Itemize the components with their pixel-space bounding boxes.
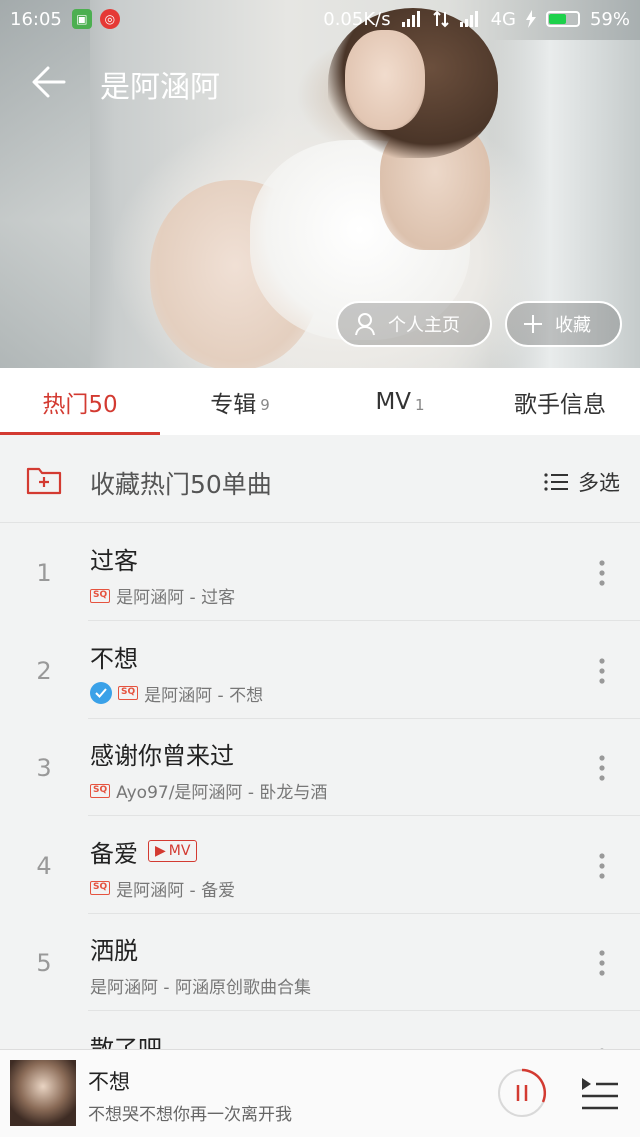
- back-arrow-icon[interactable]: [26, 58, 74, 106]
- collect-row: 收藏热门50单曲 多选: [0, 435, 640, 523]
- netease-music-icon: ◎: [99, 9, 120, 29]
- song-title-row: 备爱 ▶ MV: [90, 834, 198, 869]
- signal-icon-2: [459, 11, 478, 27]
- tab-bar: 热门50 专辑 9 MV 1 歌手信息: [0, 368, 640, 435]
- signal-icon: [401, 11, 420, 27]
- tab-label: 热门50: [42, 391, 118, 418]
- song-meta: SQ 是阿涵阿 - 备爱: [90, 876, 235, 901]
- album-cover-thumbnail[interactable]: [10, 1060, 76, 1126]
- song-rank: 2: [36, 656, 52, 685]
- mini-player[interactable]: 不想 不想哭不想你再一次离开我: [0, 1049, 640, 1137]
- multi-select-button[interactable]: 多选: [544, 467, 620, 497]
- song-meta: 是阿涵阿 - 阿涵原创歌曲合集: [90, 973, 311, 998]
- favorite-button-label: 收藏: [555, 315, 591, 336]
- more-options-icon[interactable]: [598, 657, 606, 685]
- folder-add-icon[interactable]: [26, 465, 62, 495]
- tab-label: MV: [375, 388, 412, 415]
- profile-button[interactable]: 个人主页: [336, 301, 492, 347]
- song-subtitle: 是阿涵阿 - 不想: [144, 685, 264, 706]
- plus-icon: [524, 315, 542, 333]
- network-type: 4G: [490, 8, 516, 30]
- song-rank: 5: [36, 949, 52, 977]
- status-time: 16:05: [10, 8, 62, 30]
- more-options-icon[interactable]: [598, 559, 606, 587]
- mv-badge[interactable]: ▶ MV: [148, 840, 198, 862]
- playlist-icon[interactable]: [580, 1076, 620, 1112]
- song-row[interactable]: 1 过客 SQ 是阿涵阿 - 过客: [0, 523, 640, 621]
- song-row[interactable]: 2 不想 SQ 是阿涵阿 - 不想: [0, 621, 640, 719]
- song-meta: SQ Ayo97/是阿涵阿 - 卧龙与酒: [90, 778, 327, 803]
- verified-icon: [90, 682, 112, 704]
- play-triangle-icon: ▶: [155, 843, 166, 859]
- status-bar: 16:05 ▣ ◎ 0.05K/s 4G 59%: [0, 0, 640, 38]
- song-subtitle: Ayo97/是阿涵阿 - 卧龙与酒: [116, 783, 328, 803]
- song-title-row: 过客: [90, 541, 138, 576]
- song-rank: 3: [36, 754, 52, 782]
- tab-mv[interactable]: MV 1: [320, 368, 480, 435]
- battery-fill: [548, 14, 566, 24]
- song-title-row: 不想: [90, 639, 138, 674]
- photo-figure-face: [345, 30, 425, 130]
- app-notification-icon: ▣: [71, 9, 92, 29]
- multi-select-label: 多选: [578, 471, 620, 495]
- tab-hot50[interactable]: 热门50: [0, 368, 160, 435]
- sq-badge-icon: SQ: [90, 588, 111, 603]
- status-right: 0.05K/s 4G 59%: [323, 9, 630, 30]
- pause-icon[interactable]: [497, 1068, 547, 1118]
- profile-button-label: 个人主页: [388, 315, 460, 336]
- tab-count: 1: [415, 395, 425, 414]
- more-options-icon[interactable]: [598, 949, 606, 977]
- song-subtitle: 是阿涵阿 - 备爱: [116, 880, 236, 901]
- song-row[interactable]: 3 感谢你曾来过 SQ Ayo97/是阿涵阿 - 卧龙与酒: [0, 718, 640, 816]
- list-icon: [544, 473, 568, 491]
- tab-artist-info[interactable]: 歌手信息: [480, 368, 640, 435]
- tab-count: 9: [260, 395, 270, 414]
- more-options-icon[interactable]: [598, 852, 606, 880]
- song-subtitle: 是阿涵阿 - 过客: [116, 588, 236, 608]
- network-speed: 0.05K/s: [323, 8, 391, 30]
- battery-percent: 59%: [589, 8, 630, 30]
- player-lyric: 不想哭不想你再一次离开我: [88, 1105, 292, 1125]
- battery-icon: [545, 11, 580, 27]
- song-subtitle: 是阿涵阿 - 阿涵原创歌曲合集: [90, 978, 311, 998]
- player-song-title: 不想: [88, 1070, 130, 1094]
- song-title: 感谢你曾来过: [90, 742, 234, 770]
- tab-albums[interactable]: 专辑 9: [160, 368, 320, 435]
- song-title: 备爱: [90, 839, 138, 868]
- tab-label: 歌手信息: [514, 391, 606, 418]
- sq-badge-icon: SQ: [90, 783, 111, 798]
- song-row[interactable]: 4 备爱 ▶ MV SQ 是阿涵阿 - 备爱: [0, 816, 640, 914]
- song-meta: SQ 是阿涵阿 - 过客: [90, 583, 235, 608]
- collect-hot50-button[interactable]: 收藏热门50单曲: [90, 465, 272, 501]
- song-title: 过客: [90, 547, 138, 575]
- sq-badge-icon: SQ: [90, 881, 111, 895]
- tab-label: 专辑: [210, 391, 257, 418]
- song-title-row: 洒脱: [90, 931, 138, 966]
- person-icon: [355, 313, 375, 336]
- song-row[interactable]: 5 洒脱是阿涵阿 - 阿涵原创歌曲合集: [0, 913, 640, 1011]
- favorite-button[interactable]: 收藏: [505, 301, 622, 347]
- photo-bg-window-left: [0, 0, 90, 368]
- song-title: 不想: [90, 644, 138, 673]
- data-transfer-icon: [432, 10, 449, 28]
- charging-icon: [525, 10, 536, 28]
- song-title: 洒脱: [90, 937, 138, 965]
- song-rank: 4: [36, 851, 52, 880]
- artist-name-title: 是阿涵阿: [100, 70, 220, 105]
- mv-badge-label: MV: [168, 843, 191, 859]
- sq-badge-icon: SQ: [118, 686, 139, 700]
- song-rank: 1: [36, 559, 52, 587]
- more-options-icon[interactable]: [598, 754, 606, 782]
- song-meta: SQ 是阿涵阿 - 不想: [90, 681, 263, 706]
- song-title-row: 感谢你曾来过: [90, 736, 234, 771]
